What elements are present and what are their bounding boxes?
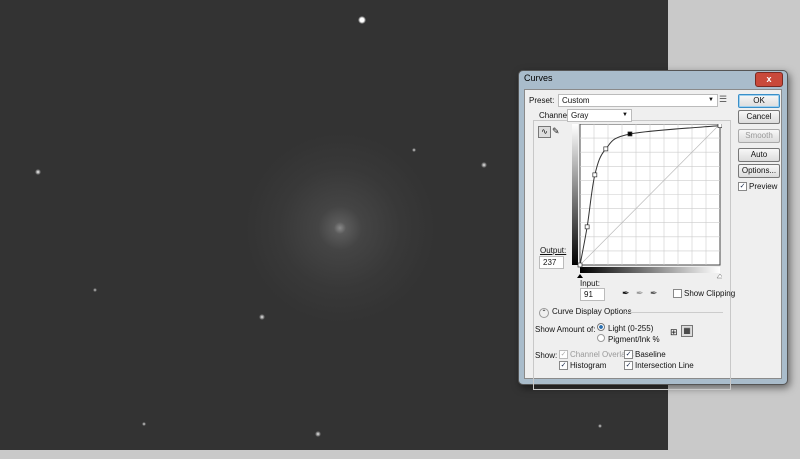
checkbox-icon: ✓ — [738, 182, 747, 192]
channel-value: Gray — [571, 111, 589, 120]
input-gradient-bar — [580, 267, 720, 273]
histogram-label: Histogram — [570, 361, 607, 370]
intersection-line-label: Intersection Line — [635, 361, 694, 370]
curve-point[interactable] — [592, 172, 598, 178]
show-clipping-label: Show Clipping — [684, 289, 736, 298]
auto-button[interactable]: Auto — [738, 148, 780, 162]
curve-graph[interactable] — [572, 124, 722, 284]
chevron-down-icon: ▼ — [708, 97, 714, 103]
baseline-checkbox[interactable]: ✓ Baseline — [624, 350, 666, 360]
output-label: Output: — [540, 246, 567, 255]
preset-select[interactable]: Custom ▼ — [558, 94, 718, 107]
preview-label: Preview — [749, 182, 778, 191]
preset-value: Custom — [562, 96, 590, 105]
cancel-button[interactable]: Cancel — [738, 110, 780, 124]
pigment-label: Pigment/Ink % — [608, 335, 660, 344]
curve-point[interactable] — [584, 224, 590, 230]
collapse-icon: ⌃ — [539, 308, 549, 318]
output-gradient-bar — [572, 124, 578, 265]
gray-eyedropper-icon[interactable]: ✒ — [636, 288, 644, 299]
output-field[interactable]: 237 — [539, 256, 564, 269]
light-radio[interactable]: Light (0-255) — [597, 323, 653, 333]
divider — [625, 312, 723, 313]
baseline-label: Baseline — [635, 350, 666, 359]
chevron-down-icon: ▼ — [622, 112, 628, 118]
show-clipping-checkbox[interactable]: Show Clipping — [673, 289, 736, 299]
smooth-button[interactable]: Smooth — [738, 129, 780, 143]
show-label: Show: — [535, 351, 558, 360]
pencil-tool-icon[interactable]: ✎ — [552, 126, 560, 137]
curve-point[interactable] — [577, 262, 583, 268]
checkbox-icon: ✓ — [624, 361, 633, 371]
ok-button[interactable]: OK — [738, 94, 780, 108]
curve-point[interactable] — [603, 146, 609, 152]
white-eyedropper-icon[interactable]: ✒ — [650, 288, 658, 299]
selected-curve-point[interactable] — [627, 131, 633, 137]
white-point-slider[interactable] — [716, 273, 722, 279]
curve-display-options-label: Curve Display Options — [552, 307, 632, 316]
pigment-radio[interactable]: Pigment/Ink % — [597, 334, 660, 344]
histogram-checkbox[interactable]: ✓ Histogram — [559, 361, 607, 371]
curve-display-options-toggle[interactable]: ⌃ Curve Display Options — [539, 307, 632, 318]
curve-tool-icon[interactable]: ∿ — [538, 126, 551, 138]
grid-detailed-icon[interactable]: ▦ — [681, 325, 693, 337]
checkbox-icon — [673, 289, 682, 299]
input-label: Input: — [580, 279, 601, 288]
channel-select[interactable]: Gray ▼ — [567, 109, 632, 122]
black-eyedropper-icon[interactable]: ✒ — [622, 288, 630, 299]
checkbox-icon: ✓ — [624, 350, 633, 360]
preset-menu-icon[interactable]: ☰ — [719, 94, 727, 105]
radio-icon — [597, 334, 605, 342]
light-label: Light (0-255) — [608, 324, 654, 333]
radio-icon — [597, 323, 605, 331]
curve-point[interactable] — [717, 124, 722, 129]
intersection-line-checkbox[interactable]: ✓ Intersection Line — [624, 361, 694, 371]
options-button[interactable]: Options... — [738, 164, 780, 178]
close-button[interactable]: x — [755, 72, 783, 87]
input-field[interactable]: 91 — [580, 288, 605, 301]
show-amount-label: Show Amount of: — [535, 325, 596, 334]
curves-dialog: Curves x Preset: Custom ▼ ☰ OK Cancel Smo… — [518, 70, 788, 390]
black-point-slider[interactable] — [577, 274, 583, 278]
checkbox-icon: ✓ — [559, 350, 568, 360]
checkbox-icon: ✓ — [559, 361, 568, 371]
preview-checkbox[interactable]: ✓ Preview — [738, 182, 778, 192]
channel-overlays-checkbox[interactable]: ✓ Channel Overlays — [559, 350, 634, 360]
dialog-title: Curves — [524, 73, 553, 83]
grid-simple-icon[interactable]: ⊞ — [670, 327, 678, 338]
preset-label: Preset: — [529, 96, 555, 105]
